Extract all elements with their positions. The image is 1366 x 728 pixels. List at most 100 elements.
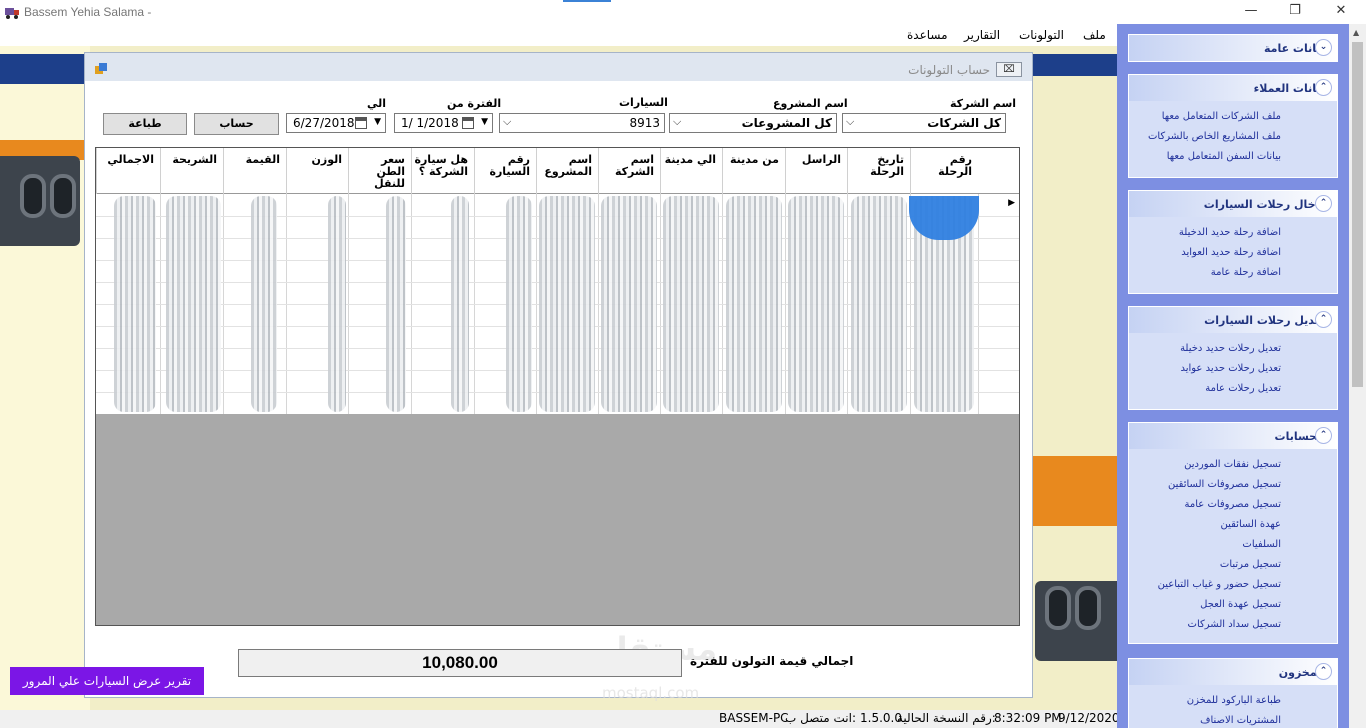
blurred-cells [601, 196, 657, 412]
chevron-down-icon: ⌵ [673, 115, 682, 128]
print-button[interactable]: طباعة [103, 113, 187, 135]
truck-app-icon [5, 8, 19, 19]
blurred-cells [851, 196, 907, 412]
nav-group-header[interactable]: المخزون ⌃ [1129, 659, 1337, 685]
col-total[interactable]: الاجمالي [96, 148, 160, 194]
company-select[interactable]: كل الشركات ⌵ [842, 113, 1006, 133]
calendar-icon[interactable] [462, 117, 474, 129]
tolon-grid[interactable]: رقم الرحلة تاريخ الرحلة الراسل من مدينة … [95, 147, 1020, 626]
cars-select[interactable]: 8913 ⌵ [499, 113, 665, 133]
dropdown-arrow-icon[interactable]: ▼ [481, 117, 488, 127]
col-value[interactable]: القيمة [223, 148, 286, 194]
status-bar: 9/12/2020 8:32:09 PM رقم النسخة الحالية:… [0, 710, 1120, 728]
nav-item[interactable]: تعديل رحلات حديد عوايد [1180, 363, 1281, 374]
col-company[interactable]: اسم الشركة [598, 148, 660, 194]
nav-item[interactable]: تسجيل عهدة العجل [1200, 599, 1281, 610]
status-version: 1.5.0.0 [860, 711, 902, 725]
cars-select-value: 8913 [629, 116, 660, 130]
nav-item[interactable]: تسجيل حضور و غياب التباعين [1158, 579, 1281, 590]
nav-group-title: تعديل رحلات السيارات [1204, 314, 1325, 327]
blurred-cells [251, 196, 277, 412]
nav-item[interactable]: تسجيل مصروفات عامة [1185, 499, 1281, 510]
collapse-chevron-icon[interactable]: ⌃ [1315, 311, 1332, 328]
nav-item[interactable]: طباعة الباركود للمخزن [1187, 695, 1281, 706]
menu-tolons[interactable]: التولونات [1019, 28, 1064, 42]
menu-reports[interactable]: التقارير [964, 28, 1000, 42]
truck-wheel [50, 174, 76, 218]
nav-item[interactable]: تسجيل مصروفات السائقين [1168, 479, 1281, 490]
expand-chevron-icon[interactable]: ⌄ [1315, 39, 1332, 56]
collapse-chevron-icon[interactable]: ⌃ [1315, 195, 1332, 212]
to-date[interactable]: 6/27/2018 ▼ [286, 113, 386, 133]
child-window-title: حساب التولونات [908, 63, 990, 77]
nav-item[interactable]: عهدة السائقين [1220, 519, 1281, 530]
dropdown-arrow-icon[interactable]: ▼ [374, 117, 381, 127]
nav-group-header[interactable]: بيانات العملاء ⌃ [1129, 75, 1337, 101]
nav-item[interactable]: اضافة رحلة حديد العوايد [1181, 247, 1281, 258]
nav-item[interactable]: تسجيل مرتبات [1220, 559, 1281, 570]
nav-item[interactable]: بيانات السفن المتعامل معها [1167, 151, 1281, 162]
col-trip-number[interactable]: رقم الرحلة [910, 148, 978, 194]
total-label: اجمالي قيمة التولون للفترة [690, 654, 854, 668]
row-header-spacer [978, 148, 1019, 194]
col-tier[interactable]: الشريحة [160, 148, 223, 194]
col-company-car[interactable]: هل سيارة الشركة ؟ [411, 148, 474, 194]
calendar-icon[interactable] [355, 117, 367, 129]
grid-rows[interactable]: ▶ [96, 194, 1019, 414]
restore-button[interactable]: ❐ [1272, 0, 1318, 24]
period-from-label: الفترة من [447, 97, 502, 110]
company-select-value: كل الشركات [927, 116, 1001, 130]
minimize-button[interactable]: — [1228, 0, 1274, 24]
nav-item[interactable]: تعديل رحلات حديد دخيلة [1180, 343, 1281, 354]
truck-wheel [20, 174, 46, 218]
background-band [1030, 456, 1117, 526]
window-titlebar: Bassem Yehia Salama - — ❐ ✕ [0, 0, 1366, 24]
nav-group-header[interactable]: ادخال رحلات السيارات ⌃ [1129, 191, 1337, 217]
nav-item[interactable]: المشتريات الاصناف [1200, 715, 1281, 726]
menu-file[interactable]: ملف [1083, 28, 1106, 42]
col-to-city[interactable]: الي مدينة [660, 148, 722, 194]
scroll-up-icon[interactable]: ▲ [1353, 28, 1359, 37]
collapse-chevron-icon[interactable]: ⌃ [1315, 427, 1332, 444]
nav-group-header[interactable]: الحسابات ⌃ [1129, 423, 1337, 449]
nav-item[interactable]: ملف الشركات المتعامل معها [1162, 111, 1281, 122]
status-machine: BASSEM-PC [719, 711, 789, 725]
nav-group-header[interactable]: بيانات عامة ⌄ [1129, 35, 1337, 61]
col-from-city[interactable]: من مدينة [722, 148, 785, 194]
col-weight[interactable]: الوزن [286, 148, 348, 194]
blurred-cells [726, 196, 782, 412]
calculate-button[interactable]: حساب [194, 113, 279, 135]
child-close-button[interactable]: ⌧ [996, 62, 1022, 77]
title-accent [563, 0, 611, 2]
collapse-chevron-icon[interactable]: ⌃ [1315, 79, 1332, 96]
nav-item[interactable]: اضافة رحلة حديد الدخيلة [1179, 227, 1281, 238]
blurred-cells [386, 196, 406, 412]
navigation-pane: بيانات عامة ⌄ بيانات العملاء ⌃ ملف الشرك… [1117, 24, 1349, 728]
truck-wheel [1075, 586, 1101, 630]
nav-group-header[interactable]: تعديل رحلات السيارات ⌃ [1129, 307, 1337, 333]
period-from-date[interactable]: 1/ 1/2018 ▼ [394, 113, 493, 133]
col-project[interactable]: اسم المشروع [536, 148, 598, 194]
traffic-report-button[interactable]: تقرير عرض السيارات علي المرور [10, 667, 204, 695]
form-icon [95, 63, 107, 74]
nav-item[interactable]: ملف المشاريع الخاص بالشركات [1148, 131, 1281, 142]
nav-item[interactable]: تسجيل سداد الشركات [1188, 619, 1281, 630]
blurred-cells [539, 196, 595, 412]
vertical-scrollbar[interactable]: ▲ [1349, 24, 1366, 728]
nav-item[interactable]: تعديل رحلات عامة [1205, 383, 1281, 394]
blurred-cells [788, 196, 844, 412]
close-button[interactable]: ✕ [1318, 0, 1364, 24]
menu-help[interactable]: مساعدة [907, 28, 948, 42]
nav-item[interactable]: تسجيل نفقات الموردين [1184, 459, 1281, 470]
project-select[interactable]: كل المشروعات ⌵ [669, 113, 837, 133]
col-trip-date[interactable]: تاريخ الرحلة [847, 148, 910, 194]
nav-item[interactable]: السلفيات [1242, 539, 1281, 550]
nav-item[interactable]: اضافة رحلة عامة [1211, 267, 1281, 278]
col-car-number[interactable]: رقم السيارة [474, 148, 536, 194]
scrollbar-thumb[interactable] [1352, 42, 1363, 387]
col-ton-price[interactable]: سعر الطن للنقل [348, 148, 411, 194]
collapse-chevron-icon[interactable]: ⌃ [1315, 663, 1332, 680]
to-date-value: 6/27/2018 [293, 116, 355, 130]
col-sender[interactable]: الراسل [785, 148, 847, 194]
nav-group-customers: بيانات العملاء ⌃ ملف الشركات المتعامل مع… [1128, 74, 1338, 178]
